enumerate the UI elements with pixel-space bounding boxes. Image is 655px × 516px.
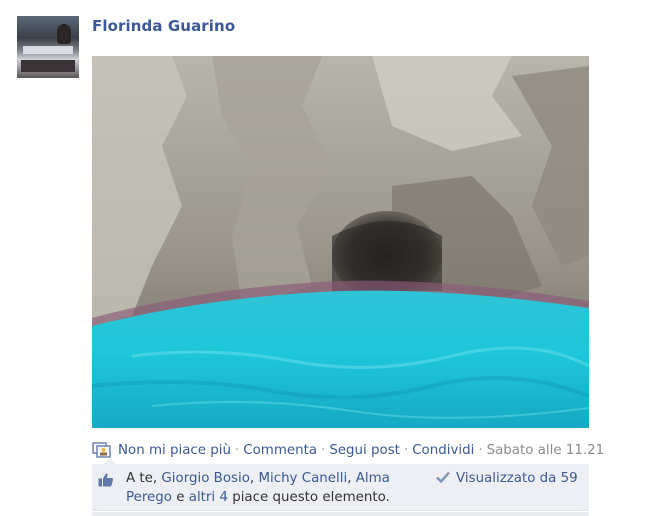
likes-summary: A te, Giorgio Bosio, Michy Canelli, Alma…: [126, 469, 416, 507]
separator-dot: ·: [403, 442, 409, 458]
other-likers-link[interactable]: altri 4: [189, 490, 228, 505]
likes-suffix: piace questo elemento.: [227, 490, 390, 505]
seen-by-label: Visualizzato da 59: [456, 471, 578, 486]
author-name[interactable]: Florinda Guarino: [92, 17, 235, 35]
post-photo[interactable]: [92, 56, 589, 428]
checkmark-icon: [436, 470, 450, 484]
thumbs-up-icon: [98, 472, 114, 488]
likes-box: A te, Giorgio Bosio, Michy Canelli, Alma…: [92, 458, 589, 511]
liker-link[interactable]: Michy Canelli: [258, 471, 347, 486]
liker-link[interactable]: Giorgio Bosio: [161, 471, 250, 486]
separator-dot: ·: [478, 442, 483, 458]
unlike-link[interactable]: Non mi piace più: [118, 443, 231, 458]
likes-prefix: A te,: [126, 471, 162, 486]
share-link[interactable]: Condividi: [412, 443, 474, 458]
post-timestamp[interactable]: Sabato alle 11.21: [487, 443, 605, 458]
likes-comma: ,: [347, 471, 356, 486]
comment-link[interactable]: Commenta: [243, 443, 317, 458]
author-avatar[interactable]: [17, 16, 79, 78]
seen-by[interactable]: Visualizzato da 59: [436, 469, 578, 488]
follow-post-link[interactable]: Segui post: [329, 443, 400, 458]
post-actions-bar: Non mi piace più · Commenta · Segui post…: [92, 441, 604, 459]
likes-and: e: [171, 490, 189, 505]
separator-dot: ·: [234, 442, 240, 458]
next-post-edge: [92, 512, 589, 516]
photo-album-icon: [92, 442, 112, 458]
separator-dot: ·: [321, 442, 326, 458]
